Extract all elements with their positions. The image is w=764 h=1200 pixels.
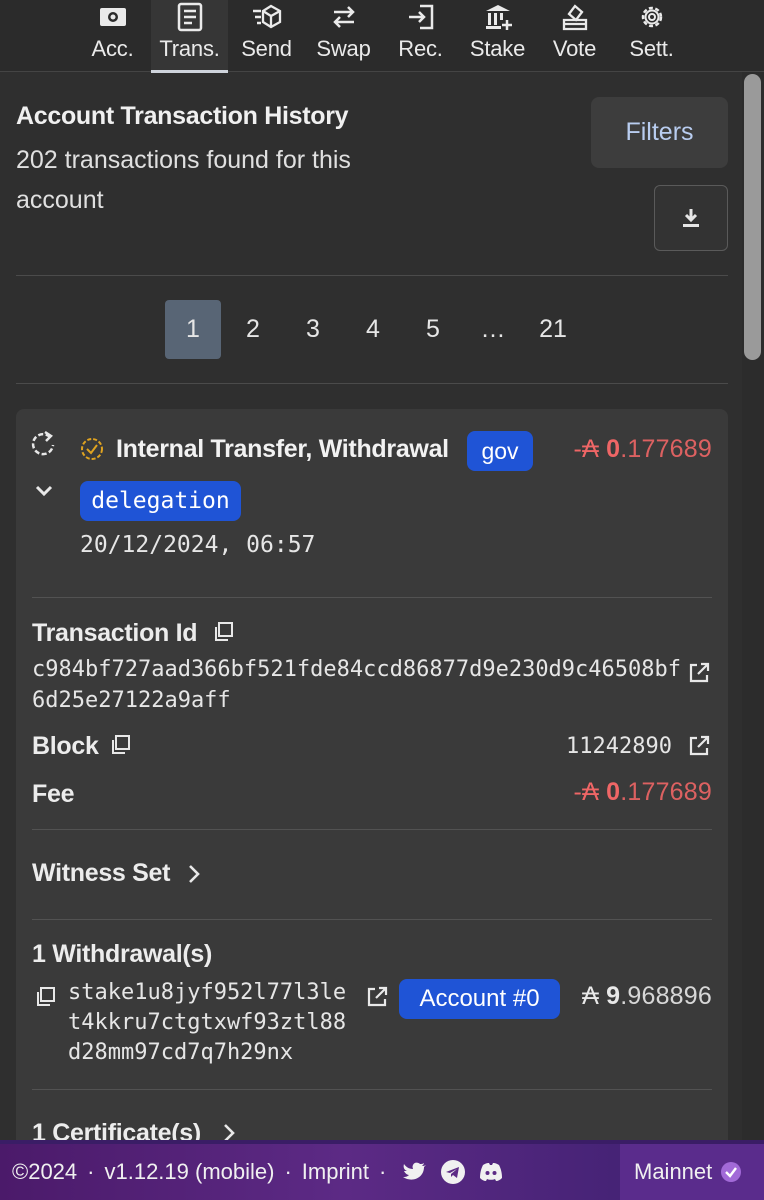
stake-address: stake1u8jyf952l77l3let4kkru7ctgtxwf93ztl… bbox=[68, 980, 347, 1065]
nav-label: Stake bbox=[469, 36, 526, 61]
fee-int: 0 bbox=[606, 778, 621, 806]
withdrawal-frac: .968896 bbox=[620, 982, 712, 1010]
nav-label: Trans. bbox=[159, 36, 220, 61]
chevron-right-icon[interactable] bbox=[183, 863, 205, 885]
wallet-icon bbox=[95, 0, 131, 34]
filters-button[interactable]: Filters bbox=[591, 97, 728, 168]
nav-label: Vote bbox=[552, 36, 597, 61]
fee-amount: -₳ 0.177689 bbox=[574, 778, 712, 807]
nav-label: Rec. bbox=[398, 36, 443, 61]
tag-badge: delegation bbox=[80, 481, 241, 521]
nav-vote[interactable]: Vote bbox=[536, 0, 613, 72]
witness-set-label: Witness Set bbox=[32, 859, 171, 887]
nav-send[interactable]: Send bbox=[228, 0, 305, 72]
copyright: ©2024 bbox=[12, 1159, 78, 1184]
tx-id: c984bf727aad366bf521fde84ccd86877d9e230d… bbox=[32, 657, 682, 713]
amount-int: 0 bbox=[606, 435, 621, 463]
block-label: Block bbox=[32, 732, 99, 760]
page-ellipsis: … bbox=[480, 315, 506, 343]
currency-symbol: ₳ bbox=[582, 435, 599, 463]
withdrawals-title: 1 Withdrawal(s) bbox=[32, 940, 213, 968]
version: v1.12.19 (mobile) bbox=[104, 1159, 275, 1184]
nav-label: Sett. bbox=[629, 36, 674, 61]
nav-swap[interactable]: Swap bbox=[305, 0, 382, 72]
withdrawal-amount: ₳ 9.968896 bbox=[582, 982, 712, 1011]
page-button[interactable]: 2 bbox=[225, 300, 281, 359]
telegram-icon[interactable] bbox=[440, 1159, 466, 1185]
nav-receive[interactable]: Rec. bbox=[382, 0, 459, 72]
page-button[interactable]: 3 bbox=[285, 300, 341, 359]
withdrawal-int: 9 bbox=[606, 982, 621, 1010]
transaction-type: Internal Transfer, Withdrawal bbox=[116, 435, 449, 463]
transaction-amount: -₳ 0.177689 bbox=[574, 435, 712, 464]
nav-label: Swap bbox=[316, 36, 371, 61]
transaction-date: 20/12/2024, 06:57 bbox=[80, 532, 316, 558]
fee-label: Fee bbox=[32, 780, 75, 808]
gear-icon bbox=[634, 0, 670, 34]
page-button[interactable]: 1 bbox=[165, 300, 221, 359]
pending-status-icon bbox=[81, 438, 103, 460]
divider bbox=[32, 597, 712, 598]
nav-stake[interactable]: Stake bbox=[459, 0, 536, 72]
transaction-count: 202 transactions found for this account bbox=[16, 146, 351, 214]
document-icon bbox=[172, 0, 208, 34]
download-button[interactable] bbox=[654, 185, 728, 251]
chevron-down-icon[interactable] bbox=[32, 479, 56, 503]
copy-icon[interactable] bbox=[211, 620, 235, 644]
divider bbox=[32, 1089, 712, 1090]
external-link-icon[interactable] bbox=[687, 734, 711, 758]
currency-symbol: ₳ bbox=[582, 982, 599, 1010]
nav-settings[interactable]: Sett. bbox=[613, 0, 690, 72]
copy-icon[interactable] bbox=[33, 985, 57, 1009]
tx-id-label: Transaction Id bbox=[32, 619, 198, 647]
refresh-icon[interactable] bbox=[28, 429, 58, 459]
scrollbar[interactable] bbox=[742, 72, 764, 1150]
page-button[interactable]: 4 bbox=[345, 300, 401, 359]
tag-badge: gov bbox=[467, 431, 533, 471]
witness-set-toggle[interactable]: Witness Set bbox=[32, 859, 170, 888]
dot-separator: · bbox=[284, 1159, 292, 1184]
network-selector[interactable]: Mainnet bbox=[620, 1144, 764, 1200]
divider bbox=[16, 275, 728, 276]
scroll-thumb[interactable] bbox=[744, 74, 761, 360]
discord-icon[interactable] bbox=[478, 1159, 504, 1185]
currency-symbol: ₳ bbox=[582, 778, 599, 806]
download-icon bbox=[683, 209, 699, 227]
amount-sign: - bbox=[573, 435, 583, 463]
external-link-icon[interactable] bbox=[365, 985, 389, 1009]
swap-icon bbox=[326, 0, 362, 34]
dot-separator: · bbox=[87, 1159, 95, 1184]
account-badge: Account #0 bbox=[399, 979, 560, 1019]
divider bbox=[32, 829, 712, 830]
footer: ©2024 · v1.12.19 (mobile) · Imprint · Ma… bbox=[0, 1140, 764, 1200]
dot-separator: · bbox=[379, 1159, 387, 1184]
external-link-icon[interactable] bbox=[687, 661, 711, 685]
amount-frac: .177689 bbox=[620, 435, 712, 463]
transaction-card: Internal Transfer, Withdrawal gov delega… bbox=[16, 409, 728, 1169]
send-icon bbox=[249, 0, 285, 34]
divider bbox=[16, 383, 728, 384]
nav-label: Send bbox=[241, 36, 292, 61]
imprint-link[interactable]: Imprint bbox=[302, 1159, 369, 1185]
fee-sign: - bbox=[573, 778, 583, 806]
divider bbox=[32, 919, 712, 920]
nav-transactions[interactable]: Trans. bbox=[151, 0, 228, 73]
receive-icon bbox=[403, 0, 439, 34]
page-title: Account Transaction History bbox=[16, 102, 349, 130]
social-links bbox=[402, 1159, 516, 1185]
network-name: Mainnet bbox=[634, 1159, 713, 1184]
check-circle-icon bbox=[721, 1162, 742, 1182]
top-nav: Acc. Trans. Send Swap Rec. Stake Vote Se… bbox=[0, 0, 764, 73]
fee-frac: .177689 bbox=[620, 778, 712, 806]
vote-icon bbox=[557, 0, 593, 34]
copy-icon[interactable] bbox=[108, 733, 132, 757]
page-button[interactable]: 5 bbox=[405, 300, 461, 359]
block-number: 11242890 bbox=[566, 734, 672, 759]
twitter-icon[interactable] bbox=[402, 1159, 428, 1185]
stake-icon bbox=[480, 0, 516, 34]
nav-account[interactable]: Acc. bbox=[74, 0, 151, 72]
pagination: 1 2 3 4 5 … 21 bbox=[165, 300, 585, 359]
nav-label: Acc. bbox=[91, 36, 134, 61]
page-button[interactable]: 21 bbox=[525, 300, 581, 359]
